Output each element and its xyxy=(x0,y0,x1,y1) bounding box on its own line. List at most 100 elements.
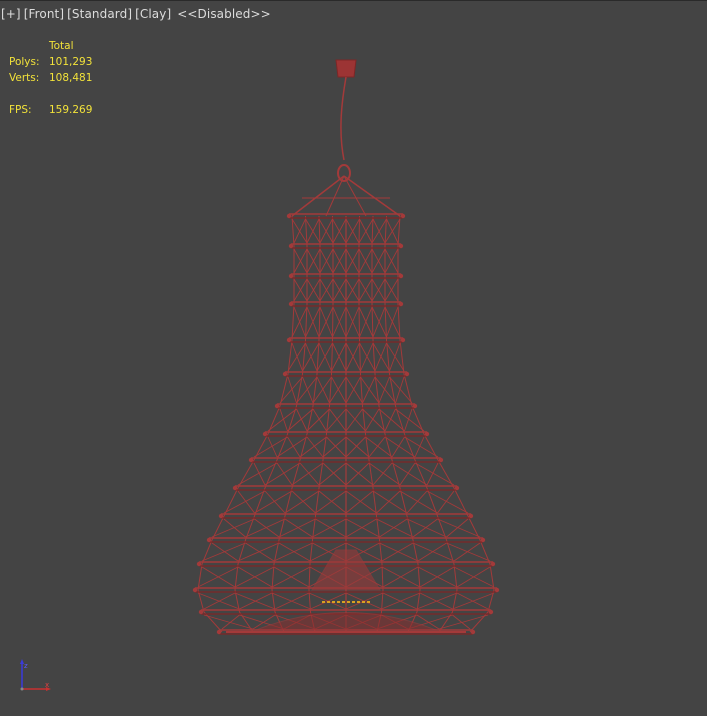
lattice-diagonal xyxy=(203,592,236,610)
ceiling-canopy xyxy=(335,59,357,78)
lattice-diagonal xyxy=(412,518,438,538)
ring-joint xyxy=(488,609,494,615)
lattice-diagonal xyxy=(267,436,278,458)
bulb-socket xyxy=(311,549,381,591)
lattice-diagonal xyxy=(404,408,413,432)
lattice-diagonal xyxy=(365,408,380,432)
stats-polys-label: Polys: xyxy=(9,56,40,68)
lattice-diagonal xyxy=(446,542,491,562)
lattice-diagonal xyxy=(287,408,314,432)
lattice-diagonal xyxy=(279,408,288,432)
ring-joint xyxy=(198,609,204,615)
lattice-diagonal xyxy=(446,518,469,538)
ring-joint xyxy=(288,273,294,279)
ring-joint xyxy=(490,561,496,567)
ring-joint xyxy=(262,431,268,437)
lattice-diagonal xyxy=(316,342,333,372)
lattice-diagonal xyxy=(278,542,311,562)
lattice-diagonal xyxy=(368,462,401,486)
lattice-diagonal xyxy=(291,462,324,486)
ring-joint xyxy=(274,403,280,409)
ring-joint xyxy=(206,537,212,543)
lattice-diagonal xyxy=(414,436,425,458)
viewport-plus-menu[interactable]: [+] xyxy=(1,7,21,21)
lattice-diagonal xyxy=(453,542,481,562)
stats-fps-row: FPS: 159.269 xyxy=(9,102,149,118)
lattice-diagonal xyxy=(426,462,439,486)
hanger-wire xyxy=(343,175,367,217)
ring-joint xyxy=(468,513,474,519)
lattice-diagonal xyxy=(197,566,239,588)
lattice-diagonal xyxy=(371,218,387,244)
lattice-diagonal xyxy=(287,376,297,404)
lattice-diagonal xyxy=(299,462,320,486)
lattice-diagonal xyxy=(391,436,405,458)
lattice-diagonal xyxy=(395,376,405,404)
ring-joint xyxy=(412,403,418,409)
lattice-diagonal xyxy=(264,490,286,514)
lattice-diagonal xyxy=(273,542,313,562)
pendant-lamp-wireframe[interactable] xyxy=(150,50,550,650)
ring-joint xyxy=(232,485,238,491)
power-cord xyxy=(340,76,347,161)
lattice-diagonal xyxy=(221,614,240,630)
lattice-diagonal xyxy=(386,306,399,338)
lattice-diagonal xyxy=(245,542,275,562)
lattice-diagonal xyxy=(287,436,301,458)
lattice-diagonal xyxy=(374,342,387,372)
ring-joint xyxy=(480,537,486,543)
lattice-diagonal xyxy=(291,490,316,514)
lattice-diagonal xyxy=(384,408,396,432)
vertical-strut xyxy=(397,215,495,633)
lattice-diagonal xyxy=(452,614,471,630)
ring-joint xyxy=(400,213,406,219)
lattice-diagonal xyxy=(384,218,401,244)
axis-gizmo-icon: z x xyxy=(20,659,51,691)
stats-header-row: Total xyxy=(9,38,149,54)
lattice-diagonal xyxy=(239,592,273,610)
viewport-front[interactable]: [+] [Front] [Standard] [Clay] <<Disabled… xyxy=(0,0,707,716)
lattice-diagonal xyxy=(306,436,324,458)
lattice-diagonal xyxy=(278,518,316,538)
lattice-diagonal xyxy=(237,490,255,514)
viewport-disabled-menu[interactable]: <<Disabled>> xyxy=(177,7,271,21)
viewport-view-menu[interactable]: [Front] xyxy=(24,7,64,21)
ring-joint xyxy=(192,587,198,593)
stats-verts-label: Verts: xyxy=(9,72,40,84)
lattice-diagonal xyxy=(305,306,321,338)
lattice-diagonal xyxy=(362,376,376,404)
lattice-diagonal xyxy=(456,566,491,588)
lattice-diagonal xyxy=(406,490,428,514)
ring-joint xyxy=(454,485,460,491)
vertical-strut xyxy=(197,215,295,633)
svg-text:x: x xyxy=(45,681,49,689)
ring-joint xyxy=(398,243,404,249)
lattice-diagonal xyxy=(296,408,308,432)
lattice-diagonal xyxy=(379,518,408,538)
viewport-style-menu[interactable]: [Clay] xyxy=(135,7,171,21)
lattice-diagonal xyxy=(376,490,401,514)
lattice-diagonal xyxy=(254,518,280,538)
lattice-diagonal xyxy=(316,376,330,404)
lattice-diagonal xyxy=(372,306,386,338)
lattice-diagonal xyxy=(372,462,393,486)
lattice-diagonal xyxy=(223,518,246,538)
lattice-diagonal xyxy=(426,490,469,514)
lattice-diagonal xyxy=(378,408,405,432)
ring-joint xyxy=(438,457,444,463)
lattice-diagonal xyxy=(201,542,246,562)
lattice-diagonal xyxy=(284,518,313,538)
lattice-diagonal xyxy=(276,436,308,458)
lattice-diagonal xyxy=(384,436,416,458)
lattice-diagonal xyxy=(312,408,327,432)
lattice-diagonal xyxy=(406,518,447,538)
stats-fps-value: 159.269 xyxy=(49,104,93,116)
lattice-diagonal xyxy=(253,462,266,486)
bottom-mesh xyxy=(255,612,437,631)
lattice-diagonal xyxy=(293,218,306,244)
hanger-wire xyxy=(291,175,345,217)
viewport-shading-menu[interactable]: [Standard] xyxy=(67,7,132,21)
lattice-diagonal xyxy=(437,490,455,514)
lattice-diagonal xyxy=(359,342,376,372)
lattice-diagonal xyxy=(378,376,390,404)
